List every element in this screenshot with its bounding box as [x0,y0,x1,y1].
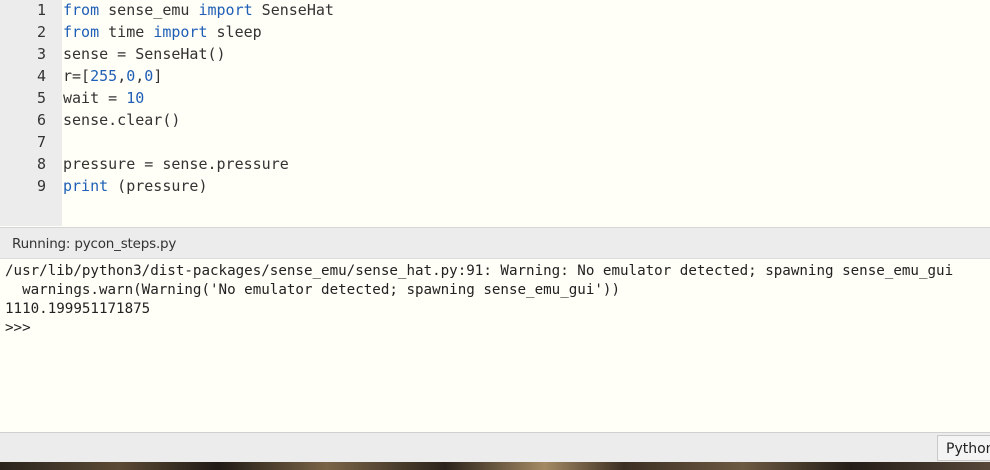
code-text: sense = SenseHat() [63,44,226,64]
code-editor[interactable]: 1 from sense_emu import SenseHat 2 from tim… [0,0,990,226]
desktop-wallpaper-strip [0,462,990,470]
code-token: ] [153,67,163,85]
line-number: 6 [36,111,46,129]
shell-header: Running: pycon_steps.py [0,227,990,259]
code-number: 0 [126,67,136,85]
code-text: sense.clear() [63,110,180,130]
code-text: r=[255,0,0] [63,66,162,86]
code-number: 0 [144,67,154,85]
code-keyword: from [63,1,100,19]
code-token: r=[ [63,67,91,85]
code-token: SenseHat [252,1,334,19]
code-line[interactable]: 6 sense.clear() [0,110,990,132]
code-token: sleep [207,23,262,41]
code-line[interactable]: 4 r=[255,0,0] [0,66,990,88]
code-line[interactable]: 5 wait = 10 [0,88,990,110]
code-keyword: print [63,177,109,195]
code-text: print (pressure) [63,176,208,196]
shell-output-line: /usr/lib/python3/dist-packages/sense_emu… [5,263,954,279]
line-number: 4 [36,67,46,85]
code-line[interactable]: 9 print (pressure) [0,176,990,198]
status-bar: Python [0,432,990,463]
code-token: sense.clear() [63,111,181,129]
code-token: , [135,67,145,85]
line-number: 5 [36,89,46,107]
code-line[interactable]: 8 pressure = sense.pressure [0,154,990,176]
interpreter-selector[interactable]: Python [937,435,990,461]
code-line[interactable]: 2 from time import sleep [0,22,990,44]
line-number: 9 [36,177,46,195]
code-token: sense_emu [99,1,199,19]
code-line[interactable]: 1 from sense_emu import SenseHat [0,0,990,22]
code-keyword: import [153,23,208,41]
code-text: from sense_emu import SenseHat [63,0,334,20]
code-token: sense = SenseHat() [63,45,226,63]
shell-output[interactable]: /usr/lib/python3/dist-packages/sense_emu… [0,258,990,433]
code-token: , [117,67,127,85]
code-number: 255 [90,67,118,85]
line-number: 1 [36,1,46,19]
code-keyword: from [63,23,100,41]
line-number: 3 [36,45,46,63]
code-token: (pressure) [108,177,208,195]
shell-title: Running: pycon_steps.py [12,236,177,252]
code-text: wait = 10 [63,88,144,108]
line-number: 7 [36,133,46,151]
shell-output-line: 1110.199951171875 [5,301,151,317]
code-text: from time import sleep [63,22,262,42]
code-token: pressure = sense.pressure [63,155,289,173]
code-token: time [99,23,154,41]
line-number: 8 [36,155,46,173]
code-keyword: import [198,1,253,19]
code-token: wait = [63,89,127,107]
code-line[interactable]: 3 sense = SenseHat() [0,44,990,66]
code-text: pressure = sense.pressure [63,154,289,174]
code-number: 10 [126,89,145,107]
shell-prompt[interactable]: >>> [5,319,39,338]
code-line[interactable]: 7 [0,132,990,154]
shell-output-line: warnings.warn(Warning('No emulator detec… [5,282,620,298]
line-number: 2 [36,23,46,41]
